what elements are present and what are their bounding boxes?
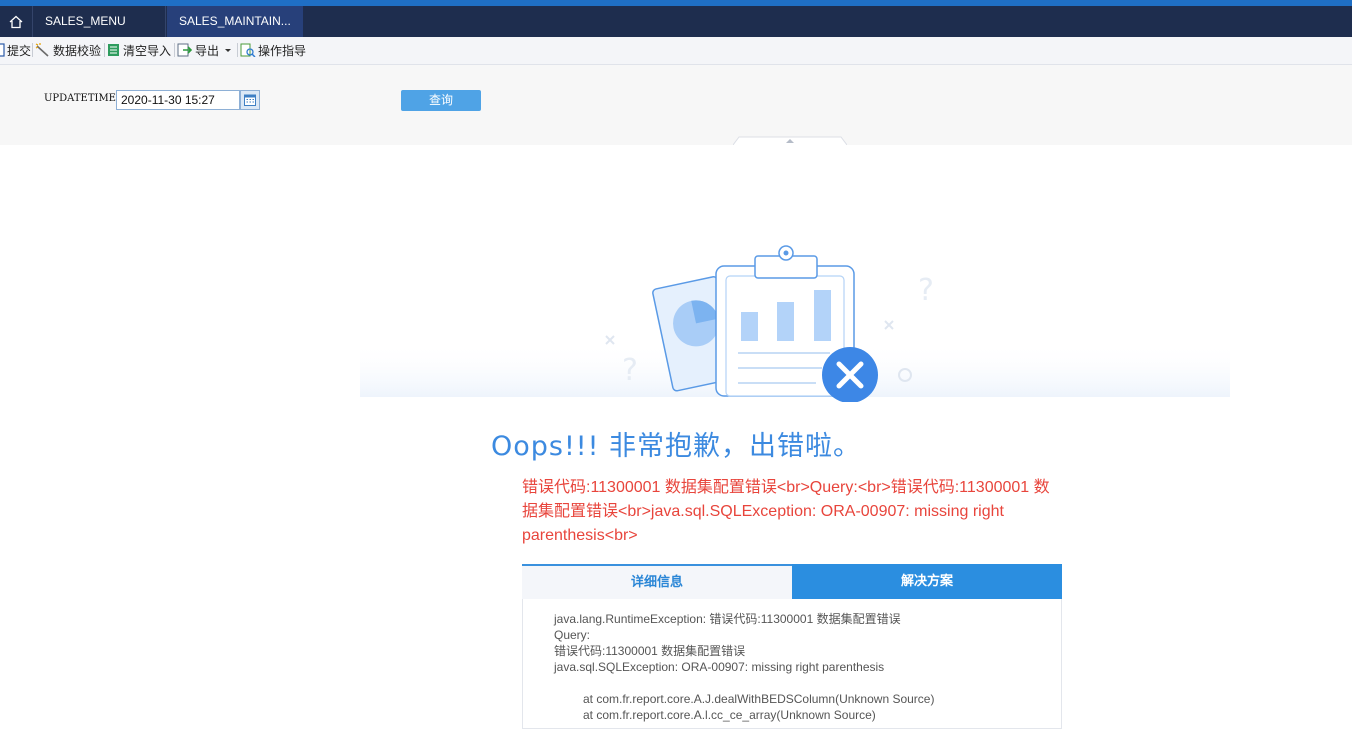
detail-line: java.lang.RuntimeException: 错误代码:1130000… — [554, 612, 901, 626]
dropdown-arrow-icon[interactable] — [222, 45, 234, 55]
export-button[interactable]: 导出 — [177, 41, 236, 59]
detail-line: 错误代码:11300001 数据集配置错误 — [554, 644, 746, 658]
parameter-panel: UPDATETIME: 2020-11-30 15:27 查询 — [0, 65, 1352, 145]
collapse-panel-handle[interactable] — [733, 136, 847, 145]
tab-details[interactable]: 详细信息 — [522, 564, 792, 599]
svg-text:?: ? — [918, 273, 934, 308]
guide-button[interactable]: 操作指导 — [240, 41, 306, 59]
stack-trace-line: at com.fr.report.core.A.J.dealWithBEDSCo… — [583, 692, 935, 706]
submit-icon — [0, 43, 5, 57]
toolbar-divider — [237, 43, 238, 57]
home-button[interactable] — [0, 6, 33, 37]
clear-import-label: 清空导入 — [123, 43, 172, 58]
toolbar: 提交 数据校验 清空导入 导出 操作指导 — [0, 37, 1352, 65]
spreadsheet-icon — [108, 44, 119, 56]
guide-label: 操作指导 — [258, 43, 307, 58]
toolbar-divider — [104, 43, 105, 57]
calendar-icon — [244, 94, 256, 106]
error-clipboard-illustration: ? ? — [360, 245, 1230, 402]
export-label: 导出 — [195, 43, 220, 58]
tab-bar: SALES_MENU SALES_MAINTAIN... — [0, 6, 1352, 37]
error-message: 错误代码:11300001 数据集配置错误<br>Query:<br>错误代码:… — [522, 479, 1050, 544]
clear-import-button[interactable]: 清空导入 — [107, 41, 171, 59]
updatetime-input[interactable]: 2020-11-30 15:27 — [116, 90, 240, 110]
magic-wand-icon — [35, 43, 49, 57]
query-button[interactable]: 查询 — [401, 90, 481, 111]
home-icon — [9, 15, 23, 28]
detail-line: Query: — [554, 628, 591, 642]
error-details-panel: java.lang.RuntimeException: 错误代码:1130000… — [522, 599, 1062, 729]
toolbar-divider — [174, 43, 175, 57]
svg-text:?: ? — [622, 353, 638, 388]
validate-button[interactable]: 数据校验 — [35, 41, 101, 59]
stack-trace-line: at com.fr.report.core.A.l.cc_ce_array(Un… — [583, 708, 876, 722]
error-title: Oops!!! 非常抱歉，出错啦。 — [490, 431, 862, 462]
tab-sales-maintain[interactable]: SALES_MAINTAIN... — [167, 6, 303, 37]
detail-line: java.sql.SQLException: ORA-00907: missin… — [554, 660, 885, 674]
detail-tabs: 详细信息 解决方案 — [522, 564, 1062, 599]
tab-solution[interactable]: 解决方案 — [792, 564, 1062, 599]
tab-sales-menu[interactable]: SALES_MENU — [33, 6, 166, 37]
export-icon — [177, 43, 193, 57]
updatetime-label: UPDATETIME: — [44, 93, 120, 104]
validate-label: 数据校验 — [53, 43, 102, 58]
calendar-button[interactable] — [240, 90, 260, 110]
guide-icon — [240, 43, 256, 57]
toolbar-divider — [32, 43, 33, 57]
submit-label: 提交 — [7, 43, 32, 58]
detail-line — [554, 675, 1061, 691]
submit-button[interactable]: 提交 — [0, 41, 31, 59]
